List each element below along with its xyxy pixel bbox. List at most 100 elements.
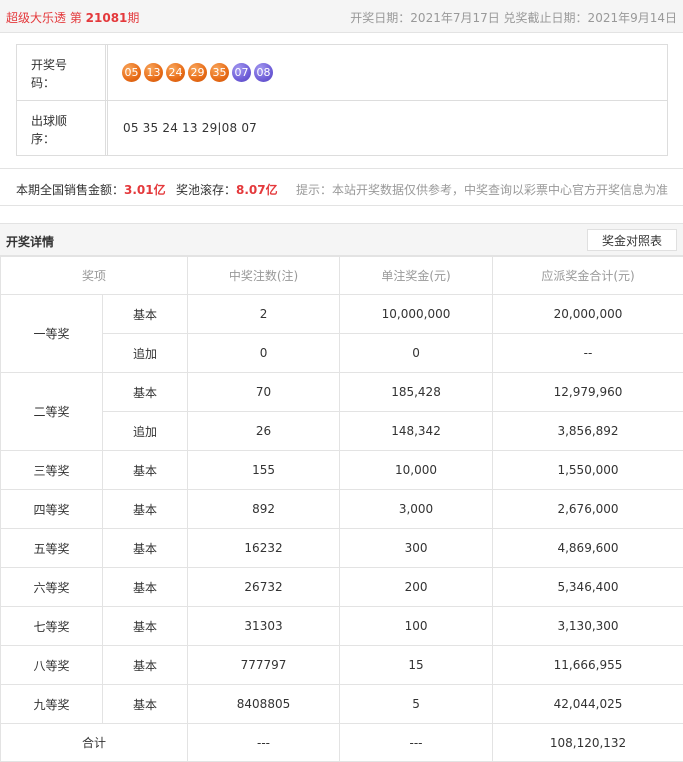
prize-table: 奖项 中奖注数(注) 单注奖金(元) 应派奖金合计(元) 一等奖 基本 2 10… (0, 256, 683, 762)
table-row: 八等奖 基本 777797 15 11,666,955 (0, 645, 683, 685)
lottery-name: 超级大乐透 第 (6, 11, 86, 25)
sales-label: 本期全国销售金额： (16, 183, 125, 197)
total-prize: 20,000,000 (492, 294, 683, 334)
column-header-total: 应派奖金合计(元) (492, 256, 683, 295)
prize-type: 追加 (101, 411, 189, 451)
draw-dates: 开奖日期：2021年7月17日 兑奖截止日期：2021年9月14日 (350, 11, 677, 25)
pool-value: 8.07亿 (236, 183, 278, 197)
sales-amount: 本期全国销售金额：3.01亿 (16, 181, 166, 198)
prize-name: 一等奖 (0, 294, 103, 373)
prize-type: 基本 (101, 528, 189, 568)
pool-label: 奖池滚存： (176, 183, 237, 197)
red-ball: 05 (122, 63, 141, 82)
details-title: 开奖详情 (6, 235, 55, 249)
table-row: 追加 26 148,342 3,856,892 (1, 411, 683, 451)
prize-name: 二等奖 (0, 372, 103, 451)
sales-bar: 本期全国销售金额：3.01亿 奖池滚存：8.07亿 提示：本站开奖数据仅供参考，… (0, 168, 683, 206)
single-prize: 300 (339, 528, 494, 568)
prize-type: 基本 (101, 567, 189, 607)
winner-count: 892 (187, 489, 341, 529)
total-prize: 3,130,300 (492, 606, 683, 646)
draw-numbers-label-line2: 码： (31, 76, 56, 90)
prize-type: 基本 (101, 489, 189, 529)
details-header: 开奖详情 奖金对照表 (0, 223, 683, 256)
lottery-title: 超级大乐透 第 21081期 (6, 9, 139, 26)
prize-name: 五等奖 (0, 528, 103, 568)
red-ball: 24 (166, 63, 185, 82)
table-row: 追加 0 0 -- (1, 333, 683, 373)
total-prize: 3,856,892 (492, 411, 683, 451)
prize-compare-button[interactable]: 奖金对照表 (587, 229, 677, 251)
red-ball: 35 (210, 63, 229, 82)
prize-name: 六等奖 (0, 567, 103, 607)
top-bar: 超级大乐透 第 21081期 开奖日期：2021年7月17日 兑奖截止日期：20… (0, 0, 683, 33)
pool-amount: 奖池滚存：8.07亿 (176, 181, 278, 198)
table-row: 六等奖 基本 26732 200 5,346,400 (0, 567, 683, 607)
table-row: 九等奖 基本 8408805 5 42,044,025 (0, 684, 683, 724)
total-prize: 2,676,000 (492, 489, 683, 529)
table-row: 二等奖 基本 70 185,428 12,979,960 (0, 372, 683, 451)
draw-order-label-line1: 出球顺 (31, 114, 68, 128)
prize-type: 基本 (101, 606, 189, 646)
single-prize: 5 (339, 684, 494, 724)
single-prize: 10,000 (339, 450, 494, 490)
prize-name: 三等奖 (0, 450, 103, 490)
red-ball: 13 (144, 63, 163, 82)
single-prize: 15 (339, 645, 494, 685)
ball-list: 05 13 24 29 35 07 08 (122, 63, 276, 82)
draw-order-text: 05 35 24 13 29|08 07 (123, 121, 258, 135)
winner-count: 8408805 (187, 684, 341, 724)
single-prize: 0 (339, 333, 494, 373)
total-prize: -- (492, 333, 683, 373)
winner-count: 31303 (187, 606, 341, 646)
draw-order-label-line2: 序： (31, 132, 56, 146)
table-header-row: 奖项 中奖注数(注) 单注奖金(元) 应派奖金合计(元) (0, 256, 683, 295)
issue-suffix: 期 (127, 11, 140, 25)
total-prize: 12,979,960 (492, 372, 683, 412)
table-row: 七等奖 基本 31303 100 3,130,300 (0, 606, 683, 646)
summary-row: 合计 --- --- 108,120,132 (0, 723, 683, 762)
table-row: 一等奖 基本 2 10,000,000 20,000,000 (0, 294, 683, 373)
winner-count: 155 (187, 450, 341, 490)
draw-numbers-label-line1: 开奖号 (31, 58, 68, 72)
prize-name: 八等奖 (0, 645, 103, 685)
single-prize: 148,342 (339, 411, 494, 451)
blue-ball: 08 (254, 63, 273, 82)
draw-numbers-row: 开奖号 码： 05 13 24 29 35 07 08 (17, 45, 667, 101)
summary-label: 合计 (0, 723, 189, 762)
prize-type: 基本 (101, 684, 189, 724)
winner-count: 26 (187, 411, 341, 451)
total-prize: 4,869,600 (492, 528, 683, 568)
draw-numbers-label: 开奖号 码： (17, 45, 108, 100)
prize-type: 追加 (101, 333, 189, 373)
blue-ball: 07 (232, 63, 251, 82)
summary-total: 108,120,132 (492, 723, 683, 762)
summary-count: --- (187, 723, 341, 762)
summary-single: --- (339, 723, 494, 762)
red-ball: 29 (188, 63, 207, 82)
single-prize: 185,428 (339, 372, 494, 412)
total-prize: 11,666,955 (492, 645, 683, 685)
winner-count: 70 (187, 372, 341, 412)
prize-name: 四等奖 (0, 489, 103, 529)
disclaimer-tip: 提示：本站开奖数据仅供参考，中奖查询以彩票中心官方开奖信息为准 (296, 183, 669, 197)
issue-number: 21081 (85, 11, 128, 25)
winner-count: 16232 (187, 528, 341, 568)
table-row: 四等奖 基本 892 3,000 2,676,000 (0, 489, 683, 529)
winner-count: 2 (187, 294, 341, 334)
table-row: 五等奖 基本 16232 300 4,869,600 (0, 528, 683, 568)
draw-info-box: 开奖号 码： 05 13 24 29 35 07 08 出球顺 序： 05 35 24 13… (16, 44, 668, 156)
total-prize: 1,550,000 (492, 450, 683, 490)
single-prize: 3,000 (339, 489, 494, 529)
prize-name: 九等奖 (0, 684, 103, 724)
prize-name: 七等奖 (0, 606, 103, 646)
column-header-single: 单注奖金(元) (339, 256, 494, 295)
winner-count: 777797 (187, 645, 341, 685)
winner-count: 26732 (187, 567, 341, 607)
column-header-prize: 奖项 (0, 256, 189, 295)
single-prize: 100 (339, 606, 494, 646)
draw-order-row: 出球顺 序： 05 35 24 13 29|08 07 (17, 101, 667, 155)
prize-type: 基本 (101, 294, 189, 334)
prize-type: 基本 (101, 450, 189, 490)
winner-count: 0 (187, 333, 341, 373)
